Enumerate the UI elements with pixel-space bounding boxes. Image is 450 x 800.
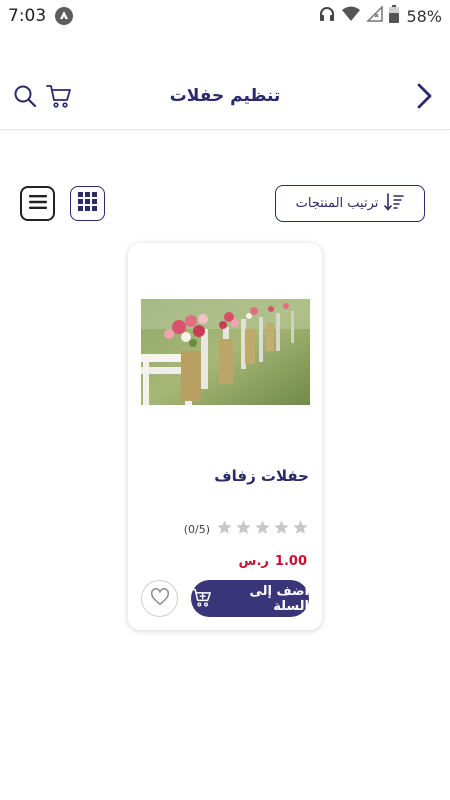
product-card[interactable]: حفلات زفاف (0/5) 1.00 ر.س أضف إلى السلة — [128, 243, 322, 630]
status-icons: 58% — [318, 5, 442, 27]
product-title[interactable]: حفلات زفاف — [214, 467, 309, 485]
star-icon — [235, 519, 252, 540]
sort-label: ترتيب المنتجات — [295, 196, 379, 211]
price-currency: ر.س — [238, 554, 269, 569]
wifi-icon — [341, 5, 361, 27]
product-price: 1.00 ر.س — [239, 554, 307, 569]
battery-percent: 58% — [406, 6, 442, 26]
battery-icon — [389, 5, 400, 27]
star-icon — [273, 519, 290, 540]
cart-add-icon — [191, 587, 211, 611]
signal-icon — [366, 5, 384, 27]
app-header: تنظيم حفلات — [0, 60, 450, 130]
app-notification-icon — [55, 7, 73, 25]
rating-count: (0/5) — [183, 523, 210, 536]
status-bar: 7:03 58% — [0, 0, 450, 32]
add-to-cart-button[interactable]: أضف إلى السلة — [191, 580, 309, 617]
product-rating: (0/5) — [184, 519, 309, 540]
heart-icon — [150, 587, 170, 610]
status-time: 7:03 — [8, 6, 47, 26]
price-value: 1.00 — [274, 554, 307, 569]
star-icon — [216, 519, 233, 540]
sort-products-button[interactable]: ترتيب المنتجات — [275, 185, 425, 222]
list-icon — [28, 194, 47, 214]
sort-icon — [384, 192, 405, 215]
list-view-button[interactable] — [20, 186, 55, 221]
chevron-right-icon[interactable] — [412, 82, 436, 110]
star-icon — [254, 519, 271, 540]
wishlist-button[interactable] — [141, 580, 178, 617]
grid-view-button[interactable] — [70, 186, 105, 221]
star-icon — [292, 519, 309, 540]
headphones-icon — [318, 5, 336, 27]
page-title: تنظيم حفلات — [169, 86, 281, 106]
add-to-cart-label: أضف إلى السلة — [249, 583, 309, 614]
grid-icon — [78, 192, 97, 215]
product-image[interactable] — [141, 299, 310, 405]
